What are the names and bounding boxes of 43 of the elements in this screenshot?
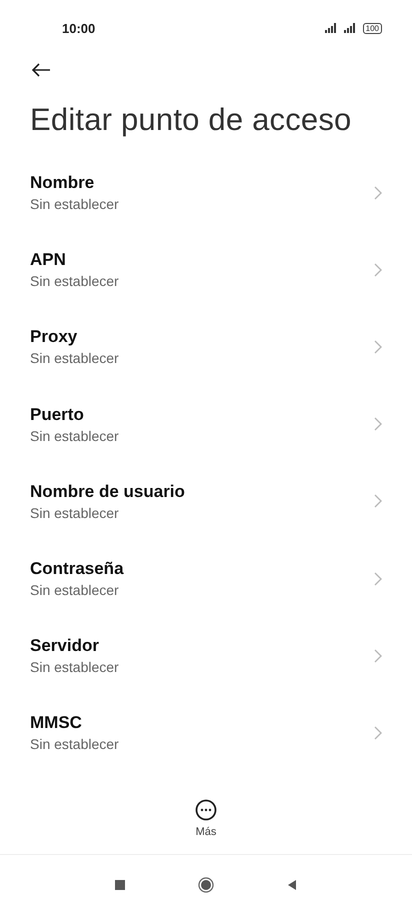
page-title: Editar punto de acceso (30, 102, 352, 138)
settings-item[interactable]: Proxy Sin establecer (0, 308, 412, 386)
item-value: Sin establecer (30, 428, 119, 444)
chevron-icon (374, 262, 382, 277)
item-label: Servidor (30, 636, 100, 656)
more-icon (195, 799, 217, 821)
item-label: APN (30, 250, 67, 270)
settings-item[interactable]: Nombre Sin establecer (0, 154, 412, 232)
item-value: Sin establecer (30, 582, 120, 598)
more-button[interactable]: Más (195, 799, 217, 838)
item-value: Sin establecer (30, 504, 120, 521)
signal-icon (324, 23, 339, 33)
item-label: Contraseña (30, 559, 124, 580)
chevron-icon (374, 572, 382, 586)
chevron-icon (374, 417, 382, 432)
item-label: Puerto (30, 404, 85, 425)
settings-item[interactable]: Nombre de usuario Sin establecer (0, 462, 412, 540)
chevron-icon (374, 340, 382, 354)
home-icon[interactable] (198, 877, 214, 893)
chevron-icon (374, 726, 382, 740)
item-label: Nombre de usuario (30, 482, 185, 502)
signal-icon (344, 23, 358, 33)
settings-item[interactable]: MMSC Sin establecer (0, 694, 412, 772)
settings-item[interactable]: Servidor Sin establecer (0, 617, 412, 694)
chevron-icon (374, 648, 382, 663)
item-value: Sin establecer (30, 273, 119, 290)
item-value: Sin establecer (30, 350, 119, 366)
status-time: 10:00 (62, 20, 96, 36)
item-label: MMSC (30, 713, 83, 734)
chevron-icon (374, 494, 382, 508)
settings-item[interactable]: Contraseña Sin establecer (0, 540, 412, 618)
chevron-icon (374, 186, 382, 200)
item-value: Sin establecer (30, 196, 119, 212)
back-arrow-icon[interactable] (31, 63, 51, 77)
item-value: Sin establecer (30, 659, 119, 676)
battery-indicator: 100 (362, 22, 382, 34)
item-label: Proxy (30, 327, 78, 348)
back-icon[interactable] (286, 879, 298, 891)
recents-icon[interactable] (114, 879, 126, 891)
item-label: Nombre (30, 173, 96, 194)
item-value: Sin establecer (30, 736, 119, 752)
settings-item[interactable]: APN Sin establecer (0, 231, 412, 308)
settings-item[interactable]: Puerto Sin establecer (0, 386, 412, 463)
